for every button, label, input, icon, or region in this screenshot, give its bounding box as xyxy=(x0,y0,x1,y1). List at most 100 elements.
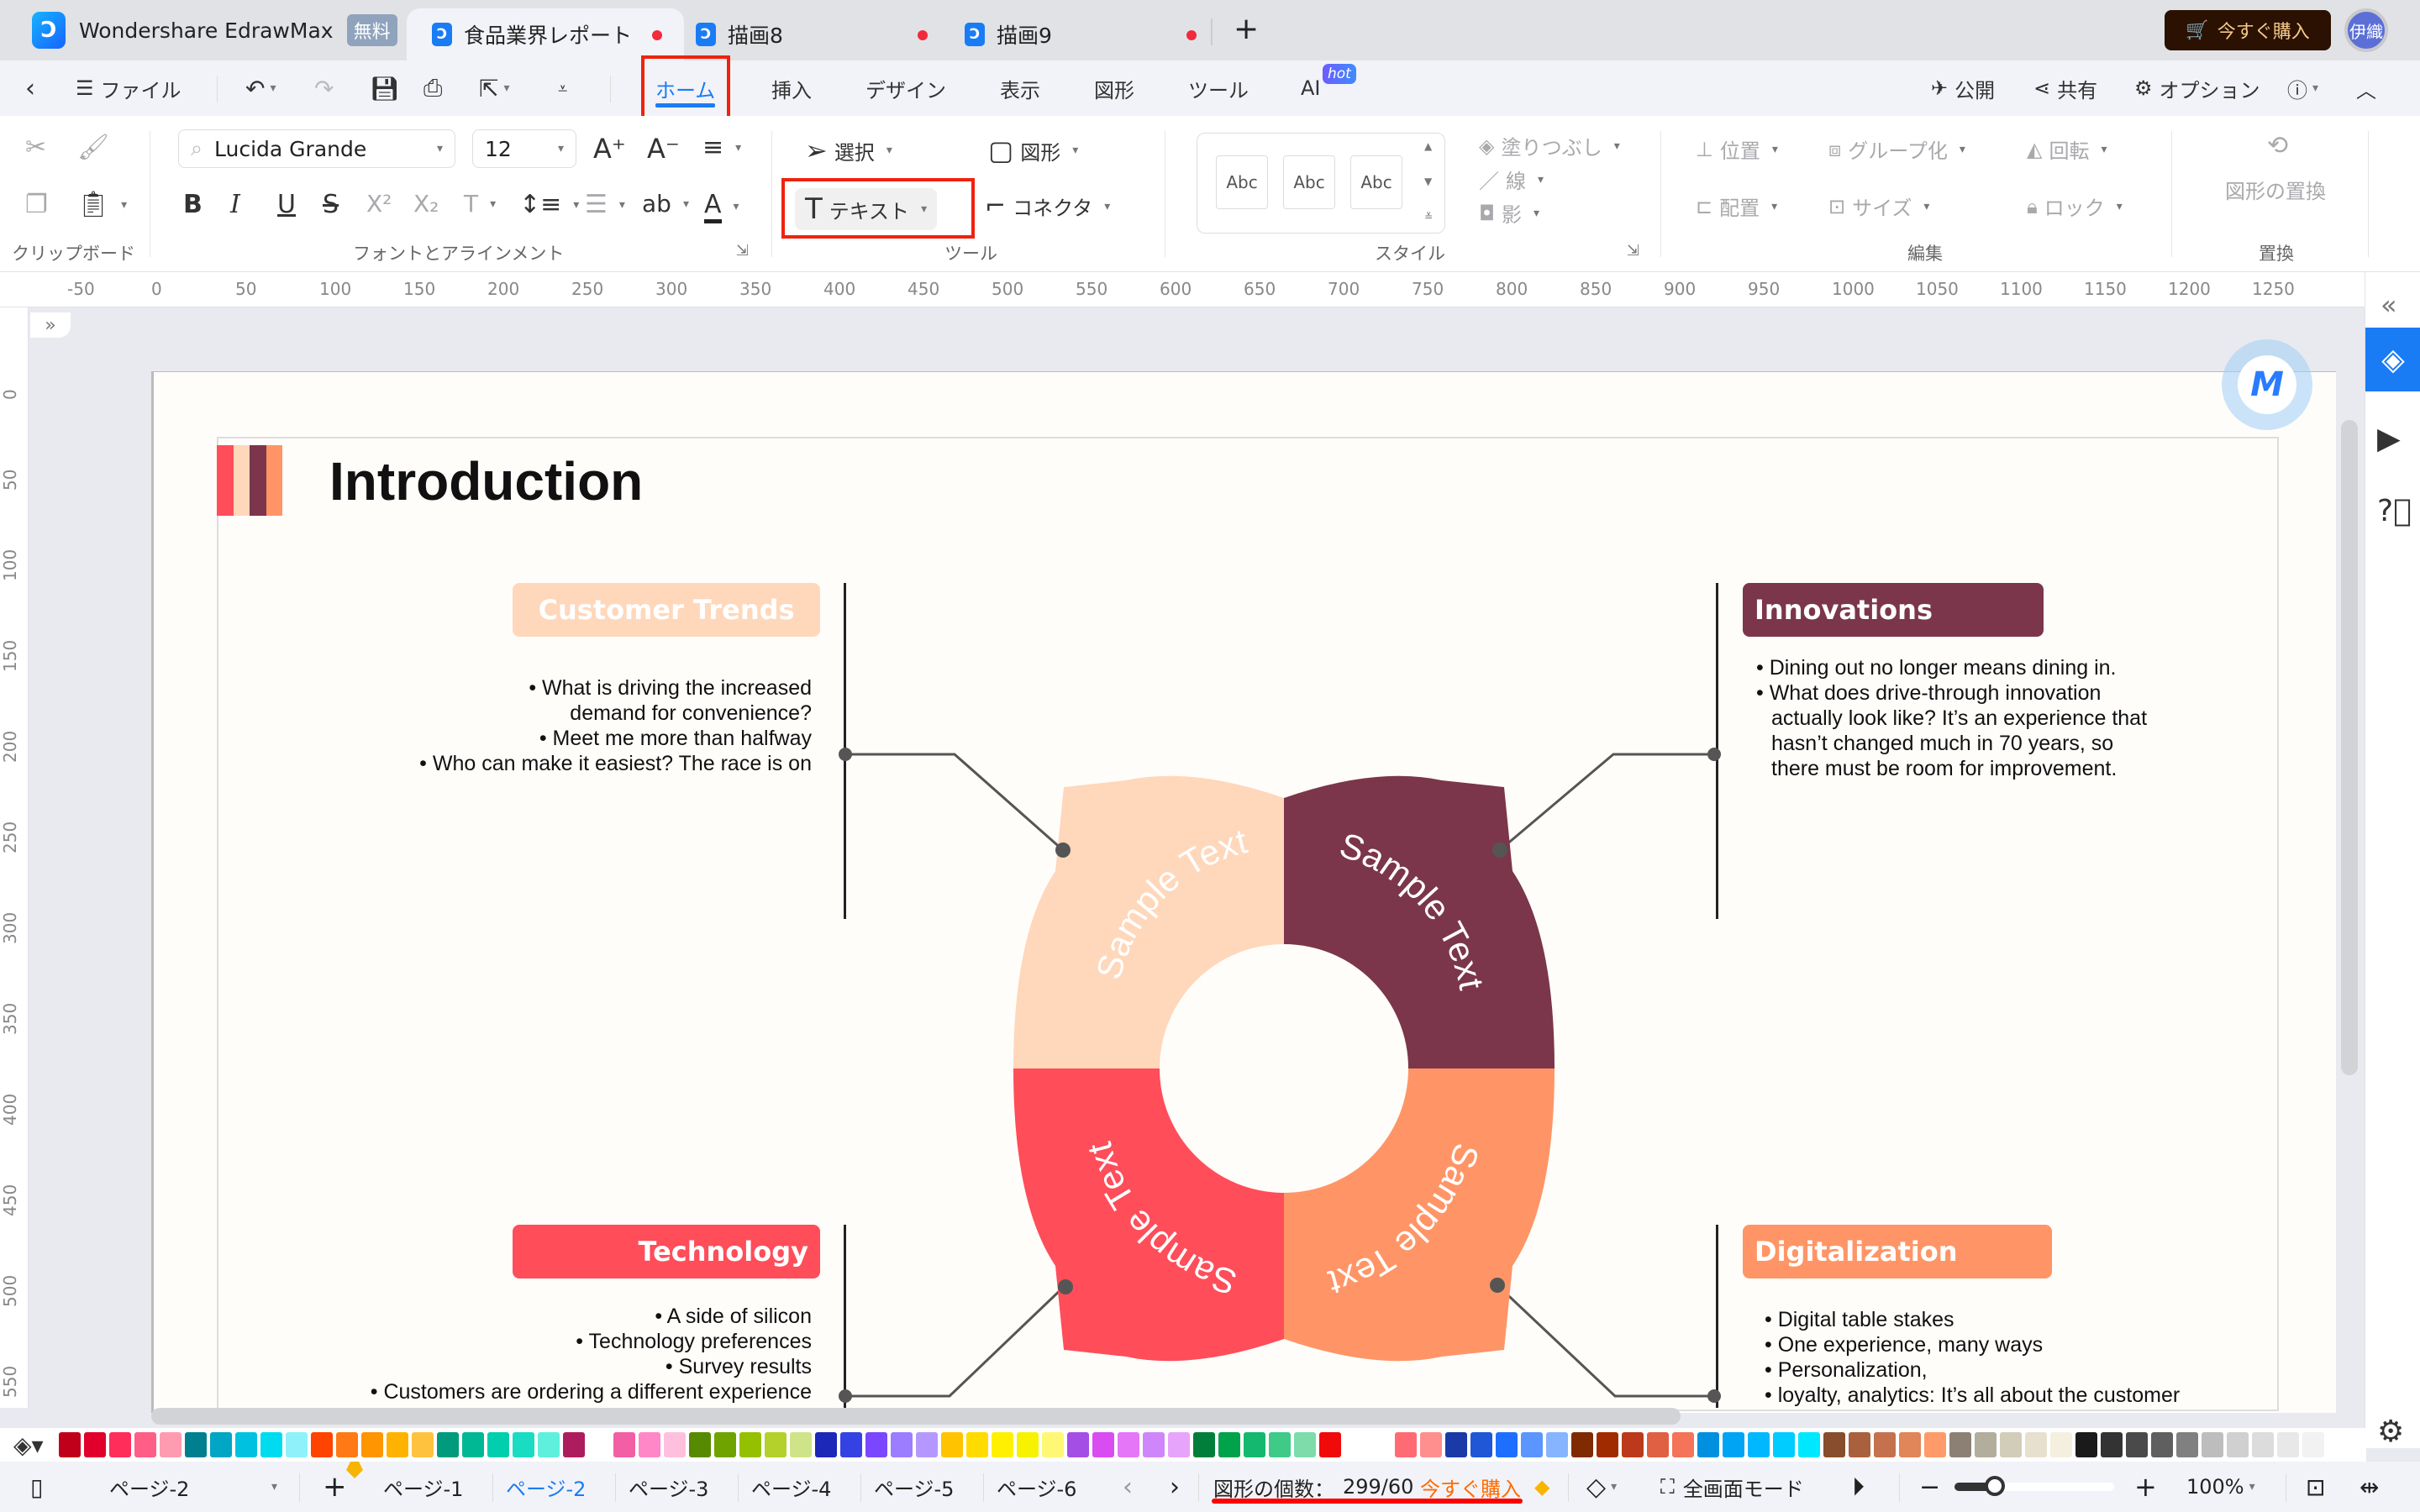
color-swatch[interactable] xyxy=(134,1432,156,1457)
page-tab[interactable]: ページ-4 xyxy=(751,1462,831,1512)
help-circle-icon[interactable]: ?⃝ xyxy=(2377,494,2412,528)
color-swatch[interactable] xyxy=(2000,1432,2022,1457)
color-swatch[interactable] xyxy=(2151,1432,2173,1457)
zoom-in-button[interactable]: + xyxy=(2134,1462,2157,1512)
color-swatch[interactable] xyxy=(336,1432,358,1457)
color-swatch[interactable] xyxy=(2328,1432,2349,1457)
color-swatch[interactable] xyxy=(286,1432,308,1457)
play-button[interactable]: ⏵ xyxy=(1852,1462,1865,1512)
page-tab[interactable]: ページ-6 xyxy=(997,1462,1076,1512)
ai-assistant-button[interactable]: M xyxy=(2222,339,2312,430)
color-swatch[interactable] xyxy=(2101,1432,2123,1457)
zoom-slider-handle[interactable] xyxy=(1984,1476,2005,1496)
fill-picker-icon[interactable]: ◈▾ xyxy=(13,1431,44,1459)
color-swatch[interactable] xyxy=(815,1432,837,1457)
color-swatch[interactable] xyxy=(613,1432,635,1457)
zoom-select[interactable]: 100% ▾ xyxy=(2186,1462,2255,1512)
color-swatch[interactable] xyxy=(1672,1432,1694,1457)
color-swatch[interactable] xyxy=(1193,1432,1215,1457)
color-swatch[interactable] xyxy=(1521,1432,1543,1457)
color-swatch[interactable] xyxy=(311,1432,333,1457)
color-swatch[interactable] xyxy=(1697,1432,1719,1457)
color-swatch[interactable] xyxy=(1798,1432,1820,1457)
color-swatch[interactable] xyxy=(59,1432,81,1457)
color-swatch[interactable] xyxy=(2075,1432,2097,1457)
color-swatch[interactable] xyxy=(1244,1432,1265,1457)
color-swatch[interactable] xyxy=(1546,1432,1568,1457)
color-swatch[interactable] xyxy=(1042,1432,1064,1457)
page-selector[interactable]: ページ-2 ▾ xyxy=(109,1462,277,1512)
color-swatch[interactable] xyxy=(840,1432,862,1457)
color-swatch[interactable] xyxy=(260,1432,282,1457)
page-panel-toggle[interactable]: ▯ xyxy=(30,1462,43,1512)
color-swatch[interactable] xyxy=(437,1432,459,1457)
color-swatch[interactable] xyxy=(790,1432,812,1457)
collapse-panel-icon[interactable]: « xyxy=(2381,289,2397,321)
color-swatch[interactable] xyxy=(916,1432,938,1457)
color-swatch[interactable] xyxy=(1092,1432,1114,1457)
layers-button[interactable]: ◇ ▾ xyxy=(1586,1462,1617,1512)
color-swatch[interactable] xyxy=(160,1432,182,1457)
color-swatch[interactable] xyxy=(235,1432,257,1457)
settings-icon[interactable]: ⚙ xyxy=(2377,1415,2404,1449)
color-swatch[interactable] xyxy=(2227,1432,2249,1457)
color-swatch[interactable] xyxy=(2050,1432,2072,1457)
color-swatch[interactable] xyxy=(689,1432,711,1457)
color-swatch[interactable] xyxy=(538,1432,560,1457)
color-swatch[interactable] xyxy=(1924,1432,1946,1457)
color-swatch[interactable] xyxy=(1874,1432,1896,1457)
fit-page-button[interactable]: ⊡ xyxy=(2306,1462,2325,1512)
page-tab[interactable]: ページ-1 xyxy=(383,1462,463,1512)
color-swatch[interactable] xyxy=(1344,1432,1366,1457)
color-swatch[interactable] xyxy=(1445,1432,1467,1457)
color-swatch[interactable] xyxy=(765,1432,786,1457)
color-swatch[interactable] xyxy=(1571,1432,1593,1457)
color-swatch[interactable] xyxy=(387,1432,408,1457)
color-swatch[interactable] xyxy=(462,1432,484,1457)
color-swatch[interactable] xyxy=(1143,1432,1165,1457)
color-swatch[interactable] xyxy=(1849,1432,1870,1457)
color-swatch[interactable] xyxy=(714,1432,736,1457)
buy-now-link[interactable]: 今すぐ購入 xyxy=(1420,1462,1521,1512)
color-swatch[interactable] xyxy=(966,1432,988,1457)
color-swatch[interactable] xyxy=(1748,1432,1770,1457)
color-swatch[interactable] xyxy=(865,1432,887,1457)
color-swatch[interactable] xyxy=(1118,1432,1139,1457)
color-swatch[interactable] xyxy=(185,1432,207,1457)
color-swatch[interactable] xyxy=(361,1432,383,1457)
zoom-out-button[interactable]: − xyxy=(1919,1462,1940,1512)
horizontal-scrollbar[interactable] xyxy=(151,1408,1681,1425)
color-swatch[interactable] xyxy=(1017,1432,1039,1457)
color-swatch[interactable] xyxy=(2126,1432,2148,1457)
color-swatch[interactable] xyxy=(109,1432,131,1457)
color-swatch[interactable] xyxy=(1218,1432,1240,1457)
color-swatch[interactable] xyxy=(487,1432,509,1457)
color-swatch[interactable] xyxy=(2202,1432,2223,1457)
color-swatch[interactable] xyxy=(992,1432,1013,1457)
page-tab[interactable]: ページ-3 xyxy=(629,1462,708,1512)
color-swatch[interactable] xyxy=(1647,1432,1669,1457)
color-swatch[interactable] xyxy=(1067,1432,1089,1457)
color-swatch[interactable] xyxy=(1319,1432,1341,1457)
fit-width-button[interactable]: ⇹ xyxy=(2360,1462,2379,1512)
color-swatch[interactable] xyxy=(1823,1432,1845,1457)
zoom-slider[interactable] xyxy=(1954,1476,2114,1496)
color-swatch[interactable] xyxy=(1370,1432,1392,1457)
color-swatch[interactable] xyxy=(941,1432,963,1457)
color-swatch[interactable] xyxy=(1723,1432,1744,1457)
color-swatch[interactable] xyxy=(1269,1432,1291,1457)
color-swatch[interactable] xyxy=(664,1432,686,1457)
color-swatch[interactable] xyxy=(1294,1432,1316,1457)
fill-panel-tab[interactable]: ◈ xyxy=(2365,328,2420,391)
color-swatch[interactable] xyxy=(1496,1432,1518,1457)
color-swatch[interactable] xyxy=(563,1432,585,1457)
color-swatch[interactable] xyxy=(1597,1432,1618,1457)
color-swatch[interactable] xyxy=(1168,1432,1190,1457)
color-swatch[interactable] xyxy=(513,1432,534,1457)
color-swatch[interactable] xyxy=(1975,1432,1996,1457)
page-tab[interactable]: ページ-2 xyxy=(506,1462,586,1512)
color-swatch[interactable] xyxy=(1899,1432,1921,1457)
color-swatch[interactable] xyxy=(2302,1432,2324,1457)
color-swatch[interactable] xyxy=(2025,1432,2047,1457)
presentation-icon[interactable]: ▶︎ xyxy=(2377,422,2401,456)
